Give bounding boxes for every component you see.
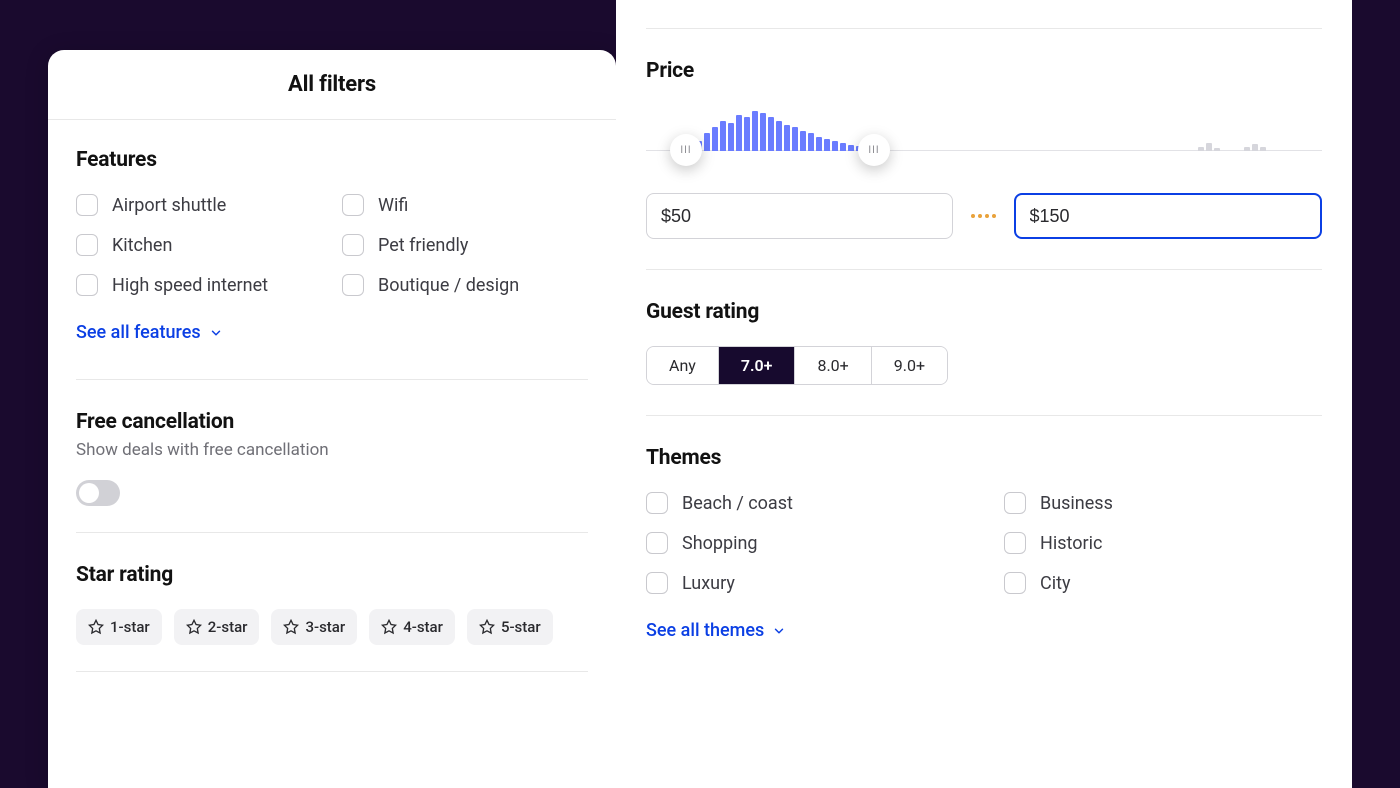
price-inputs [646,193,1322,239]
theme-label: Shopping [682,533,758,554]
feature-label: Boutique / design [378,275,519,296]
checkbox-icon [1004,572,1026,594]
divider [76,532,588,533]
feature-label: Kitchen [112,235,172,256]
themes-section: Themes Beach / coast Business Shopping H… [646,416,1322,651]
filters-title: All filters [288,72,376,97]
free-cancel-sub: Show deals with free cancellation [76,440,588,460]
star-icon [381,619,397,635]
theme-luxury[interactable]: Luxury [646,572,964,594]
price-max-input[interactable] [1014,193,1323,239]
theme-label: City [1040,573,1071,594]
free-cancel-toggle[interactable] [76,480,120,506]
features-list: Airport shuttle Wifi Kitchen Pet friendl… [76,194,588,296]
price-min-input[interactable] [646,193,953,239]
star-chip-4[interactable]: 4-star [369,609,455,645]
star-icon [479,619,495,635]
theme-label: Business [1040,493,1113,514]
checkbox-icon [1004,492,1026,514]
checkbox-icon [76,274,98,296]
star-icon [283,619,299,635]
price-heading: Price [646,59,1322,83]
rating-option-9[interactable]: 9.0+ [872,347,947,384]
star-rating-row: 1-star 2-star 3-star 4-star 5-star [76,609,588,645]
feature-airport-shuttle[interactable]: Airport shuttle [76,194,322,216]
chevron-down-icon [772,624,786,638]
feature-label: Wifi [378,195,408,216]
price-slider-max-handle[interactable]: III [858,134,890,166]
checkbox-icon [646,532,668,554]
feature-wifi[interactable]: Wifi [342,194,588,216]
divider [76,379,588,380]
price-section: Price III III [646,29,1322,239]
feature-pet-friendly[interactable]: Pet friendly [342,234,588,256]
star-chip-5[interactable]: 5-star [467,609,553,645]
checkbox-icon [76,194,98,216]
theme-business[interactable]: Business [1004,492,1322,514]
rating-option-any[interactable]: Any [647,347,719,384]
price-slider-min-handle[interactable]: III [670,134,702,166]
rating-option-7[interactable]: 7.0+ [719,347,796,384]
rating-option-8[interactable]: 8.0+ [795,347,871,384]
free-cancel-heading: Free cancellation [76,410,588,434]
feature-kitchen[interactable]: Kitchen [76,234,322,256]
histogram-ghost-bars [1198,143,1220,151]
checkbox-icon [342,274,364,296]
divider [76,671,588,672]
guest-rating-section: Guest rating Any 7.0+ 8.0+ 9.0+ [646,270,1322,415]
star-chip-label: 5-star [501,618,541,636]
chevron-down-icon [209,326,223,340]
checkbox-icon [342,194,364,216]
star-chip-label: 3-star [305,618,345,636]
checkbox-icon [76,234,98,256]
price-histogram: III III [646,105,1322,169]
theme-label: Luxury [682,573,735,594]
rating-segmented-control: Any 7.0+ 8.0+ 9.0+ [646,346,948,385]
theme-beach-coast[interactable]: Beach / coast [646,492,964,514]
link-label: See all themes [646,620,764,641]
themes-heading: Themes [646,446,1322,470]
theme-label: Beach / coast [682,493,793,514]
star-icon [186,619,202,635]
star-rating-heading: Star rating [76,563,588,587]
feature-label: Airport shuttle [112,195,226,216]
checkbox-icon [646,572,668,594]
histogram-ghost-bars [1244,144,1266,151]
feature-label: Pet friendly [378,235,468,256]
see-all-features-link[interactable]: See all features [76,322,223,343]
themes-list: Beach / coast Business Shopping Historic… [646,492,1322,594]
feature-high-speed-internet[interactable]: High speed internet [76,274,322,296]
range-separator-icon [971,214,996,218]
filters-panel-left: All filters Features Airport shuttle Wif… [48,50,616,788]
filters-panel-right: Price III III Guest rating Any 7.0+ 8.0+… [616,0,1352,788]
star-chip-2[interactable]: 2-star [174,609,260,645]
feature-label: High speed internet [112,275,268,296]
star-chip-label: 4-star [403,618,443,636]
histogram-bars [688,111,870,151]
toggle-knob [79,483,99,503]
star-chip-label: 1-star [110,618,150,636]
checkbox-icon [342,234,364,256]
features-heading: Features [76,148,588,172]
filters-header: All filters [48,50,616,120]
star-icon [88,619,104,635]
theme-label: Historic [1040,533,1102,554]
star-chip-3[interactable]: 3-star [271,609,357,645]
star-chip-1[interactable]: 1-star [76,609,162,645]
checkbox-icon [1004,532,1026,554]
theme-shopping[interactable]: Shopping [646,532,964,554]
see-all-themes-link[interactable]: See all themes [646,620,786,641]
star-chip-label: 2-star [208,618,248,636]
guest-rating-heading: Guest rating [646,300,1322,324]
theme-city[interactable]: City [1004,572,1322,594]
theme-historic[interactable]: Historic [1004,532,1322,554]
feature-boutique-design[interactable]: Boutique / design [342,274,588,296]
checkbox-icon [646,492,668,514]
link-label: See all features [76,322,201,343]
